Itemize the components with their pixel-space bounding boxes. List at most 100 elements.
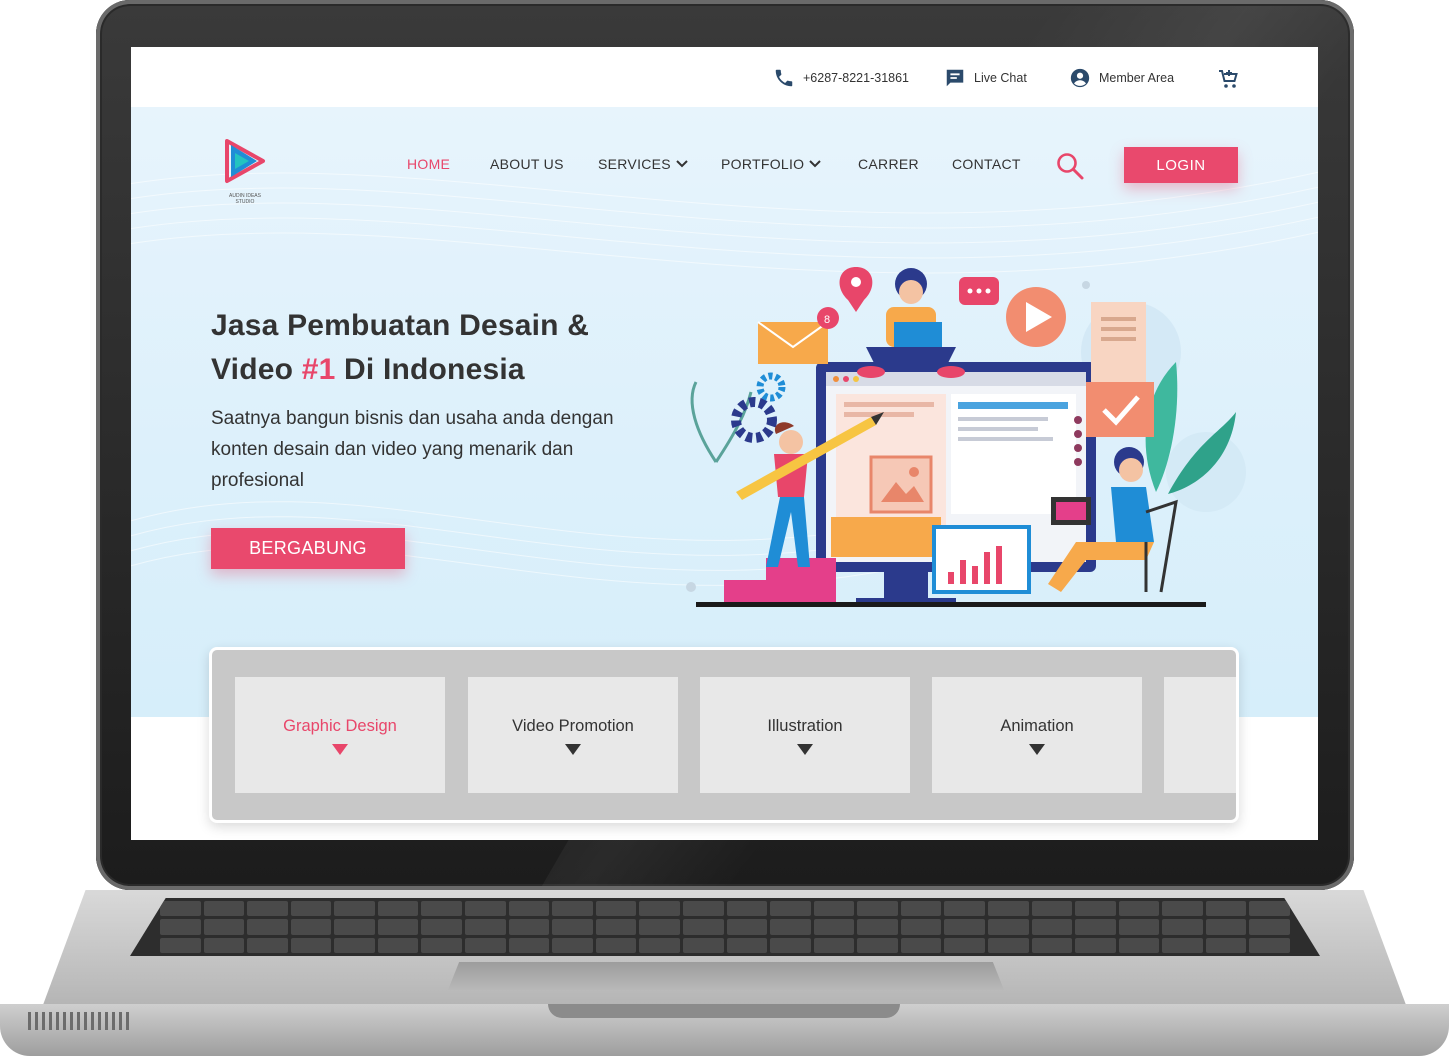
category-animation[interactable]: Animation	[932, 677, 1142, 793]
keyboard-key	[639, 901, 680, 917]
keyboard-key	[334, 937, 375, 953]
keyboard-key	[1205, 937, 1247, 953]
keyboard-key	[247, 937, 288, 953]
keyboard-key	[465, 919, 506, 935]
phone-link[interactable]: +6287-8221-31861	[773, 67, 909, 89]
nav-carrer[interactable]: CARRER	[858, 156, 919, 172]
category-label: Animation	[1000, 717, 1074, 735]
nav-contact-label: CONTACT	[952, 156, 1021, 172]
keyboard-key	[1075, 919, 1116, 935]
notification-count: 8	[824, 314, 830, 326]
hero-section: AUDIN IDEAS STUDIO HOME ABOUT US SERVICE…	[131, 107, 1318, 717]
laptop-trackpad	[448, 962, 1004, 990]
join-button[interactable]: BERGABUNG	[211, 528, 405, 569]
keyboard-key	[770, 919, 811, 935]
keyboard-key	[203, 901, 245, 917]
hero-title: Jasa Pembuatan Desain & Video #1 Di Indo…	[211, 304, 671, 392]
keyboard-key	[1118, 901, 1160, 917]
keyboard-key	[682, 901, 724, 917]
keyboard-key	[203, 919, 245, 935]
chevron-down-icon	[676, 160, 688, 168]
keyboard-key	[508, 901, 550, 917]
keyboard-key	[639, 919, 680, 935]
phone-icon	[775, 69, 793, 87]
hero-subtitle: Saatnya bangun bisnis dan usaha anda den…	[211, 408, 614, 491]
keyboard-key	[1031, 919, 1073, 935]
keyboard-key	[1162, 937, 1203, 953]
keyboard-key	[595, 919, 637, 935]
keyboard-key	[813, 901, 855, 917]
keyboard-key	[987, 901, 1029, 917]
category-graphic-design[interactable]: Graphic Design	[235, 677, 445, 793]
chat-icon	[946, 69, 964, 87]
keyboard-key	[857, 937, 898, 953]
nav-services[interactable]: SERVICES	[598, 156, 689, 172]
keyboard-key	[377, 937, 419, 953]
keyboard-key	[552, 901, 593, 917]
keyboard-key	[508, 937, 550, 953]
keyboard-key	[1075, 901, 1116, 917]
keyboard-key	[421, 919, 463, 935]
member-area-link[interactable]: Member Area	[1069, 67, 1174, 89]
keyboard-key	[813, 937, 855, 953]
category-next-partial[interactable]	[1164, 677, 1236, 793]
caret-down-icon	[1029, 744, 1045, 755]
keyboard-key	[160, 937, 201, 953]
keyboard-key	[987, 937, 1029, 953]
member-area-label: Member Area	[1099, 71, 1175, 85]
keyboard-key	[1162, 919, 1203, 935]
nav-home[interactable]: HOME	[407, 156, 450, 172]
keyboard-key	[377, 919, 419, 935]
laptop-vents	[28, 1012, 132, 1030]
keyboard-key	[377, 901, 419, 917]
keyboard-key	[813, 919, 855, 935]
keyboard-key	[944, 901, 985, 917]
keyboard-key	[944, 919, 985, 935]
keyboard-key	[421, 937, 463, 953]
user-circle-icon	[1070, 68, 1090, 88]
keyboard-key	[465, 901, 506, 917]
search-icon[interactable]	[1055, 151, 1085, 181]
keyboard-key	[944, 937, 985, 953]
live-chat-link[interactable]: Live Chat	[944, 67, 1027, 89]
keyboard-key	[682, 937, 724, 953]
nav-carrer-label: CARRER	[858, 156, 919, 172]
nav-about[interactable]: ABOUT US	[490, 156, 564, 172]
laptop-keyboard	[130, 898, 1320, 956]
category-illustration[interactable]: Illustration	[700, 677, 910, 793]
keyboard-key	[900, 901, 942, 917]
keyboard-key	[1205, 919, 1247, 935]
category-label: Illustration	[767, 717, 843, 735]
cart-link[interactable]	[1217, 67, 1241, 91]
hero-title-line1: Jasa Pembuatan Desain &	[211, 309, 590, 342]
hero-illustration: 8	[686, 267, 1246, 607]
brand-logo[interactable]	[223, 135, 267, 191]
keyboard-key	[857, 919, 898, 935]
keyboard-key	[465, 937, 506, 953]
hero-title-line2: Video #1 Di Indonesia	[211, 348, 671, 392]
nav-portfolio-label: PORTFOLIO	[721, 156, 805, 172]
keyboard-key	[1118, 937, 1160, 953]
brand-logo-text: AUDIN IDEAS STUDIO	[229, 193, 261, 205]
keyboard-key	[247, 919, 288, 935]
keyboard-key	[203, 937, 245, 953]
login-button[interactable]: LOGIN	[1124, 147, 1238, 183]
nav-about-label: ABOUT US	[490, 156, 564, 172]
nav-home-label: HOME	[407, 156, 451, 172]
keyboard-key	[726, 937, 768, 953]
category-video-promotion[interactable]: Video Promotion	[468, 677, 678, 793]
keyboard-key	[421, 901, 463, 917]
caret-down-icon	[797, 744, 813, 755]
keyboard-key	[160, 919, 201, 935]
keyboard-key	[160, 901, 201, 917]
nav-contact[interactable]: CONTACT	[952, 156, 1021, 172]
nav-services-label: SERVICES	[598, 156, 671, 172]
keyboard-key	[1031, 937, 1073, 953]
hero-title-post: Di Indonesia	[335, 353, 525, 386]
keyboard-key	[726, 919, 768, 935]
keyboard-key	[552, 919, 593, 935]
keyboard-key	[639, 937, 680, 953]
keyboard-key	[770, 937, 811, 953]
category-label: Video Promotion	[512, 717, 634, 735]
nav-portfolio[interactable]: PORTFOLIO	[721, 156, 822, 172]
